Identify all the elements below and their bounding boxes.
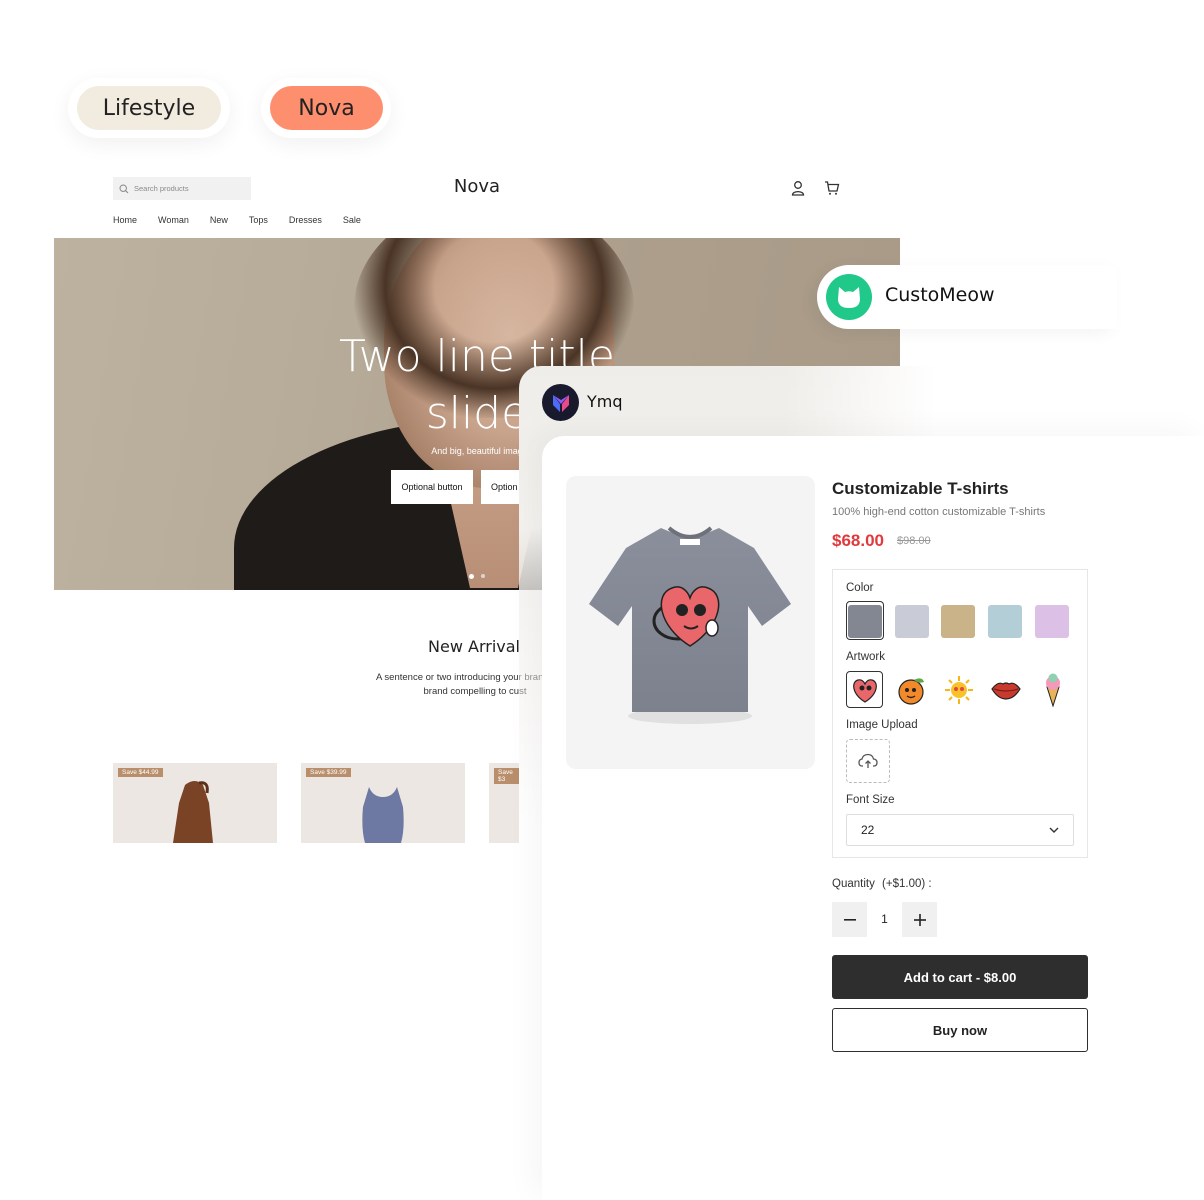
sun-artwork-icon[interactable]: [940, 671, 977, 708]
cloud-upload-icon: [858, 753, 878, 768]
nav-item-tops[interactable]: Tops: [249, 215, 268, 225]
account-icon[interactable]: [790, 180, 806, 196]
chevron-down-icon: [1049, 827, 1059, 833]
cat-icon: [838, 287, 860, 308]
color-swatch-tan[interactable]: [941, 605, 975, 638]
search-placeholder: Search products: [134, 184, 189, 193]
plus-icon: [913, 913, 926, 926]
image-upload-button[interactable]: [846, 739, 890, 783]
ymq-icon: [552, 394, 569, 412]
tank-top-image: [362, 787, 404, 843]
quantity-extra: (+$1.00) :: [882, 878, 932, 890]
product-subtitle: 100% high-end cotton customizable T-shir…: [832, 506, 1046, 518]
quantity-label-text: Quantity: [832, 878, 875, 890]
color-swatch-light-gray[interactable]: [895, 605, 929, 638]
lifestyle-tag[interactable]: Lifestyle: [77, 86, 221, 130]
quantity-increase-button[interactable]: [902, 902, 937, 937]
carousel-dot-active[interactable]: [469, 574, 474, 579]
carousel-dot[interactable]: [481, 574, 485, 578]
product-image: [566, 476, 815, 769]
color-swatch-light-blue[interactable]: [988, 605, 1022, 638]
font-size-value: 22: [861, 823, 875, 837]
color-swatch-lilac[interactable]: [1035, 605, 1069, 638]
font-size-select[interactable]: 22: [846, 814, 1074, 846]
sale-badge: Save $3: [494, 768, 519, 784]
customeow-name: CustoMeow: [885, 284, 995, 306]
color-label: Color: [846, 582, 874, 594]
quantity-decrease-button[interactable]: [832, 902, 867, 937]
search-icon: [119, 183, 129, 193]
minus-icon: [843, 918, 856, 921]
store-nav: Home Woman New Tops Dresses Sale: [113, 215, 382, 225]
product-card[interactable]: Save $3: [489, 763, 519, 843]
ymq-name: Ymq: [587, 392, 623, 411]
add-to-cart-button[interactable]: Add to cart - $8.00: [832, 955, 1088, 999]
artwork-label: Artwork: [846, 651, 885, 663]
nav-item-home[interactable]: Home: [113, 215, 137, 225]
product-card[interactable]: Save $44.99: [113, 763, 277, 843]
nav-item-woman[interactable]: Woman: [158, 215, 189, 225]
product-price: $68.00: [832, 531, 884, 550]
dress-image: [173, 781, 213, 843]
store-brand[interactable]: Nova: [430, 176, 524, 197]
ymq-logo: [542, 384, 579, 421]
product-card[interactable]: Save $39.99: [301, 763, 465, 843]
quantity-label: Quantity (+$1.00) :: [832, 878, 932, 890]
cart-icon[interactable]: [824, 180, 840, 196]
orange-artwork-icon[interactable]: [893, 671, 930, 708]
lips-artwork-icon[interactable]: [987, 671, 1024, 708]
nav-item-dresses[interactable]: Dresses: [289, 215, 322, 225]
color-swatch-gray[interactable]: [848, 605, 882, 638]
customeow-logo: [824, 272, 874, 322]
font-size-label: Font Size: [846, 794, 895, 806]
nav-item-sale[interactable]: Sale: [343, 215, 361, 225]
nav-item-new[interactable]: New: [210, 215, 228, 225]
quantity-value[interactable]: 1: [867, 912, 902, 926]
hero-button-primary[interactable]: Optional button: [391, 470, 473, 504]
product-title: Customizable T-shirts: [832, 479, 1009, 498]
icecream-artwork-icon[interactable]: [1034, 671, 1071, 708]
heart-artwork-icon[interactable]: [846, 671, 883, 708]
buy-now-button[interactable]: Buy now: [832, 1008, 1088, 1052]
search-input[interactable]: Search products: [113, 177, 251, 200]
product-old-price: $98.00: [897, 535, 931, 547]
image-upload-label: Image Upload: [846, 719, 918, 731]
nova-tag[interactable]: Nova: [270, 86, 383, 130]
tshirt-image: [589, 526, 791, 724]
